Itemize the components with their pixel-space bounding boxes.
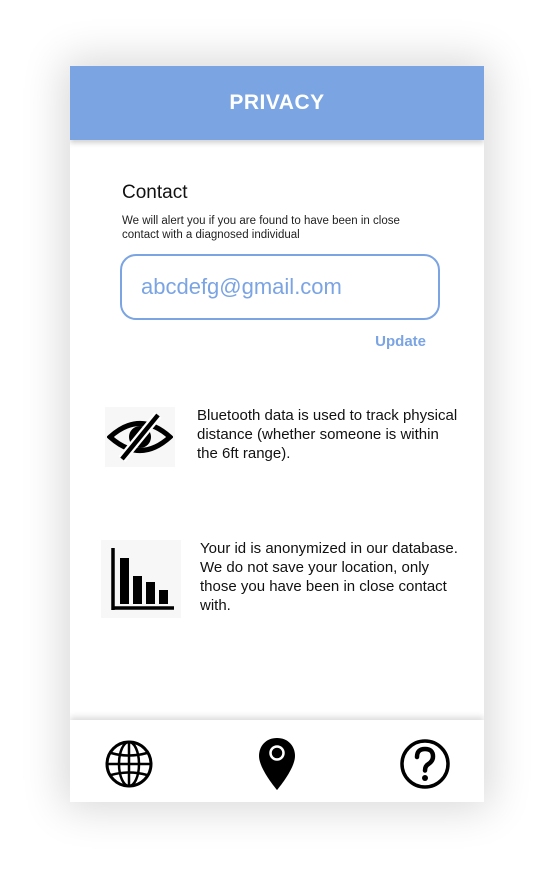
app-header: PRIVACY [70,66,484,140]
question-circle-icon [400,739,450,789]
globe-icon [105,740,153,788]
nav-globe-button[interactable] [103,738,155,790]
contact-description: We will alert you if you are found to ha… [122,215,400,241]
nav-help-button[interactable] [399,738,451,790]
phone-screen: PRIVACY Contact We will alert you if you… [70,66,484,802]
page-title: PRIVACY [229,91,325,114]
contact-section-title: Contact [122,182,188,203]
anonymized-info-text: Your id is anonymized in our database. W… [200,540,458,614]
bluetooth-info-text: Bluetooth data is used to track physical… [197,407,458,462]
email-field[interactable] [120,254,440,320]
update-button[interactable]: Update [375,333,426,350]
eye-slash-icon [105,407,175,467]
nav-location-button[interactable] [251,734,303,794]
bottom-navigation [70,720,484,802]
map-pin-icon [259,738,295,790]
bar-chart-icon [101,540,181,618]
